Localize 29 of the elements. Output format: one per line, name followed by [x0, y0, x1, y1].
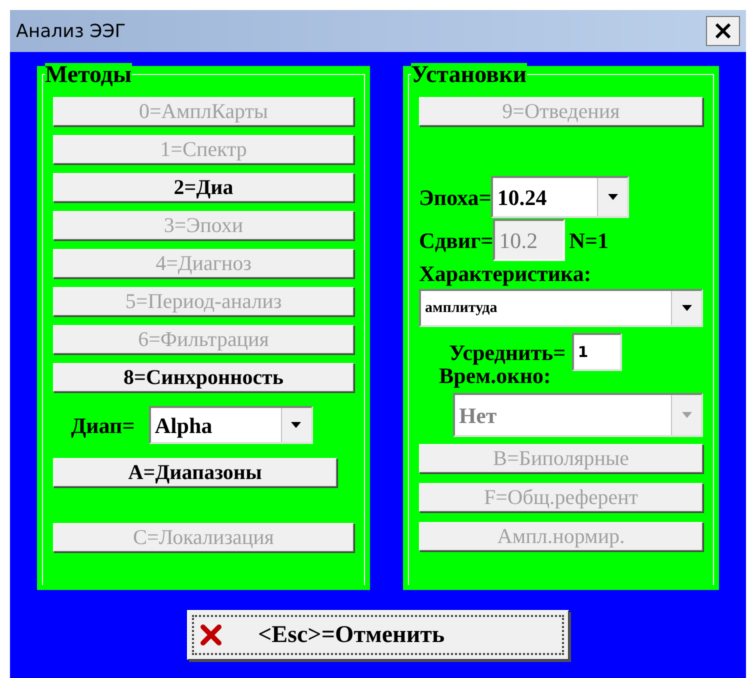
epoch-label: Эпоха= [419, 184, 492, 212]
dropdown-arrow-icon [608, 194, 618, 200]
range-label: Диап= [71, 412, 135, 440]
average-value: 1 [576, 342, 588, 363]
shift-value: 10.2 [498, 226, 538, 254]
dropdown[interactable]: 10.24 [491, 176, 630, 218]
cancel-button[interactable]: <Esc>=Отменить [187, 610, 569, 660]
dropdown-value: 10.24 [496, 184, 548, 212]
dropdown-arrow-icon [291, 422, 302, 428]
cross-icon [200, 624, 222, 646]
method-button[interactable]: 2=Диа [53, 173, 354, 202]
shift-label: Сдвиг= [419, 226, 494, 254]
method-button[interactable]: A=Диапазоны [53, 458, 337, 487]
dropdown[interactable]: амплитуда [419, 289, 703, 327]
characteristic-label: Характеристика: [419, 263, 592, 285]
close-button[interactable]: × [706, 16, 740, 46]
count-label: N=1 [569, 226, 609, 254]
average-field[interactable]: 1 [572, 333, 622, 371]
average-label: Усреднить= [449, 338, 566, 367]
time-window-label: Врем.окно: [438, 365, 551, 387]
dropdown[interactable]: Alpha [148, 406, 313, 444]
window-title: Анализ ЭЭГ [16, 20, 126, 44]
dropdown-value: Нет [458, 402, 498, 430]
dropdown-value: амплитуда [424, 298, 498, 318]
dropdown-value: Alpha [154, 412, 214, 440]
dropdown-arrow-icon [682, 412, 692, 418]
method-button[interactable]: 8=Синхронность [53, 363, 354, 392]
dropdown-arrow-icon [682, 305, 692, 311]
group-title: Методы [45, 63, 132, 87]
